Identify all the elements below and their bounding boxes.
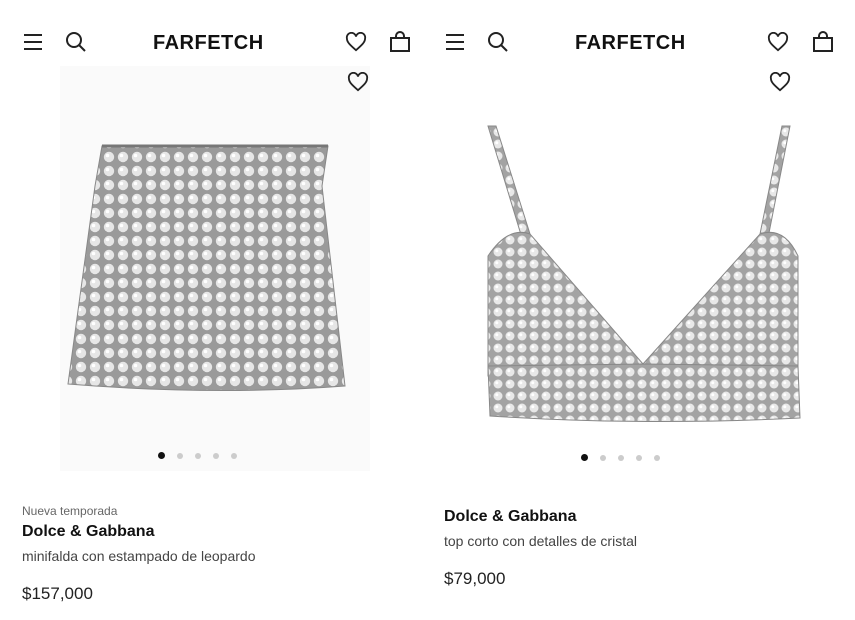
- wishlist-heart-icon[interactable]: [764, 28, 792, 56]
- pagination-dot[interactable]: [158, 452, 165, 459]
- pagination-dot[interactable]: [654, 454, 660, 461]
- search-icon[interactable]: [62, 28, 90, 56]
- pagination-dot[interactable]: [581, 454, 588, 461]
- pagination-dot[interactable]: [195, 452, 201, 459]
- farfetch-logo[interactable]: FARFETCH: [153, 32, 264, 55]
- product-image-crystal-top[interactable]: [468, 66, 818, 471]
- pagination-dot[interactable]: [636, 454, 642, 461]
- product-screen-skirt: FARFETCH Nueva temporada Dolce & Gabbana…: [0, 0, 427, 620]
- top-bar: FARFETCH: [428, 22, 855, 62]
- wishlist-heart-icon[interactable]: [342, 28, 370, 56]
- pagination-dot[interactable]: [618, 454, 624, 461]
- product-info[interactable]: Nueva temporada Dolce & Gabbana minifald…: [22, 504, 256, 604]
- top-bar: FARFETCH: [0, 22, 427, 62]
- pagination-dot[interactable]: [177, 452, 183, 459]
- shopping-bag-icon[interactable]: [809, 28, 837, 56]
- product-image-skirt[interactable]: [60, 66, 370, 471]
- brand-name[interactable]: Dolce & Gabbana: [22, 523, 256, 541]
- product-screen-top: FARFETCH Dolce & Gabbana top corto con d…: [428, 0, 855, 620]
- product-price: $157,000: [22, 584, 93, 603]
- product-info[interactable]: Dolce & Gabbana top corto con detalles d…: [444, 508, 637, 589]
- image-pagination: [158, 452, 237, 459]
- image-pagination: [581, 454, 660, 461]
- pagination-dot[interactable]: [213, 452, 219, 459]
- product-description[interactable]: minifalda con estampado de leopardo: [22, 548, 256, 564]
- product-price: $79,000: [444, 569, 506, 588]
- product-wishlist-icon[interactable]: [766, 68, 794, 96]
- product-wishlist-icon[interactable]: [344, 68, 372, 96]
- menu-icon[interactable]: [441, 28, 469, 56]
- shopping-bag-icon[interactable]: [386, 28, 414, 56]
- season-badge: Nueva temporada: [22, 504, 118, 518]
- farfetch-logo[interactable]: FARFETCH: [575, 32, 686, 55]
- pagination-dot[interactable]: [600, 454, 606, 461]
- brand-name[interactable]: Dolce & Gabbana: [444, 508, 637, 526]
- menu-icon[interactable]: [19, 28, 47, 56]
- search-icon[interactable]: [484, 28, 512, 56]
- product-description[interactable]: top corto con detalles de cristal: [444, 533, 637, 549]
- pagination-dot[interactable]: [231, 452, 237, 459]
